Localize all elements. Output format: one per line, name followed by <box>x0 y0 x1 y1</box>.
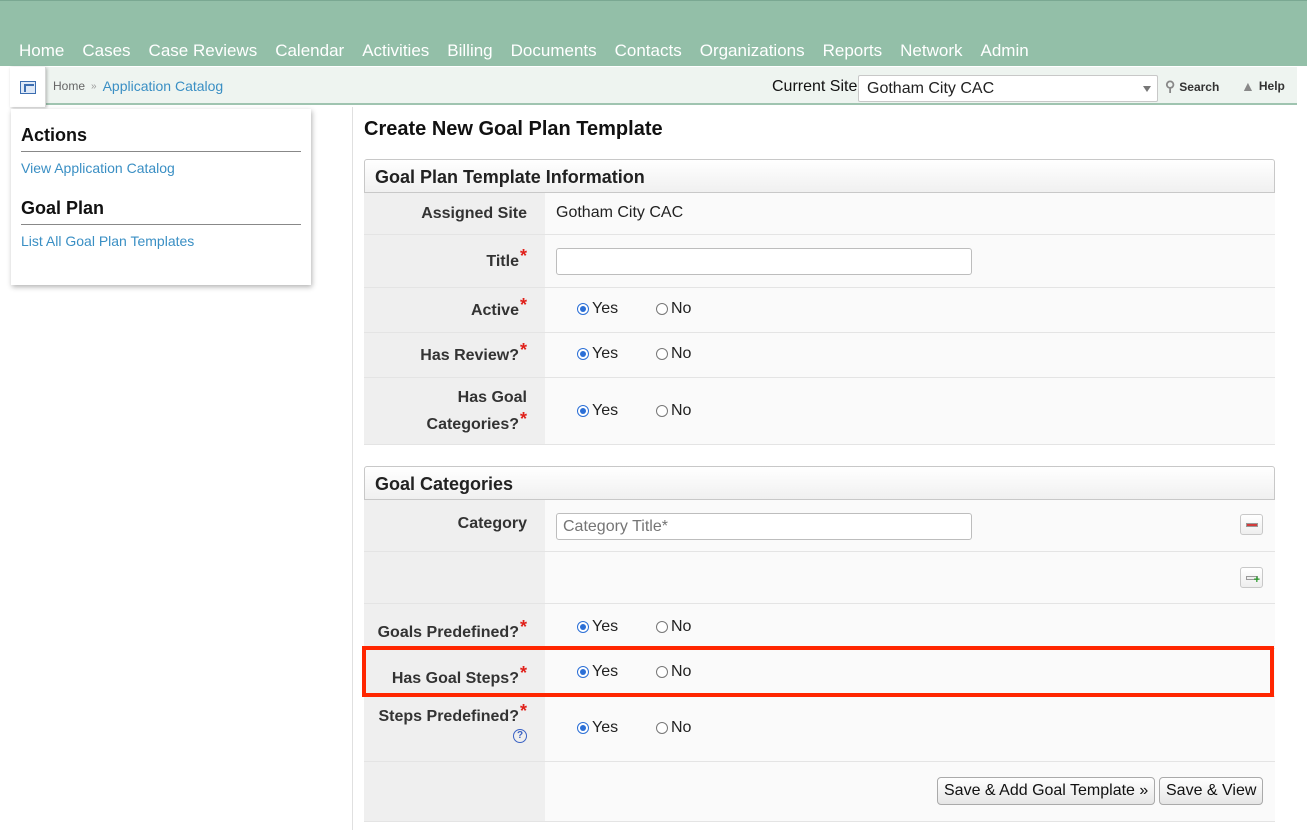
actions-heading: Actions <box>21 125 301 152</box>
save-add-goal-template-button[interactable]: Save & Add Goal Template » <box>937 777 1156 805</box>
sidebar: Actions View Application Catalog Goal Pl… <box>11 109 311 285</box>
help-bell-icon: ▲ <box>1241 78 1255 94</box>
radio-unselected-icon <box>656 303 668 315</box>
goal-categories-heading: Goal Categories <box>364 466 1275 500</box>
steps-predefined-label: Steps Predefined?* ? <box>364 697 545 761</box>
help-label: Help <box>1258 79 1285 93</box>
current-site-value: Gotham City CAC <box>867 80 995 97</box>
radio-unselected-icon <box>656 666 668 678</box>
has-review-no-radio[interactable]: No <box>656 345 691 363</box>
has-goal-steps-label: Has Goal Steps? * <box>364 649 545 696</box>
breadcrumb-home[interactable]: Home <box>53 79 85 93</box>
has-review-row: Has Review? * Yes No <box>364 333 1275 378</box>
radio-selected-icon <box>577 303 589 315</box>
main-menu: Home Cases Case Reviews Calendar Activit… <box>10 41 1038 61</box>
title-label: Title * <box>364 235 545 287</box>
has-goal-categories-no-radio[interactable]: No <box>656 402 691 420</box>
search-label: Search <box>1179 79 1220 94</box>
nav-contacts[interactable]: Contacts <box>606 41 691 61</box>
nav-billing[interactable]: Billing <box>438 41 501 61</box>
steps-predefined-row: Steps Predefined?* ? Yes No <box>364 697 1275 762</box>
search-icon: ⚲ <box>1165 78 1176 94</box>
active-no-radio[interactable]: No <box>656 300 691 318</box>
goal-plan-heading: Goal Plan <box>21 198 301 225</box>
has-goal-categories-row: Has Goal Categories?* Yes No <box>364 378 1275 445</box>
has-review-yes-radio[interactable]: Yes <box>577 345 618 363</box>
radio-unselected-icon <box>656 405 668 417</box>
assigned-site-row: Assigned Site Gotham City CAC <box>364 193 1275 235</box>
nav-calendar[interactable]: Calendar <box>266 41 353 61</box>
nav-network[interactable]: Network <box>891 41 971 61</box>
goals-predefined-yes-radio[interactable]: Yes <box>577 618 618 636</box>
goals-predefined-label: Goals Predefined? * <box>364 604 545 648</box>
category-label: Category <box>364 500 545 551</box>
help-question-icon[interactable]: ? <box>513 729 527 743</box>
top-navigation: Home Cases Case Reviews Calendar Activit… <box>0 0 1307 66</box>
radio-selected-icon <box>577 666 589 678</box>
current-site-select[interactable]: Gotham City CAC <box>858 75 1158 102</box>
template-info-heading: Goal Plan Template Information <box>364 159 1275 193</box>
nav-activities[interactable]: Activities <box>353 41 438 61</box>
title-input[interactable] <box>556 248 972 275</box>
remove-icon <box>1246 523 1258 527</box>
breadcrumb: Home » Application Catalog <box>53 78 223 94</box>
add-category-row: + <box>364 552 1275 604</box>
goals-predefined-no-radio[interactable]: No <box>656 618 691 636</box>
assigned-site-value: Gotham City CAC <box>556 204 684 221</box>
nav-documents[interactable]: Documents <box>502 41 606 61</box>
has-goal-steps-yes-radio[interactable]: Yes <box>577 663 618 681</box>
radio-unselected-icon <box>656 348 668 360</box>
has-goal-categories-label: Has Goal Categories?* <box>364 378 545 444</box>
help-button[interactable]: ▲ Help <box>1241 78 1285 94</box>
sidebar-toggle-button[interactable] <box>10 67 46 107</box>
nav-home[interactable]: Home <box>10 41 73 61</box>
radio-unselected-icon <box>656 621 668 633</box>
site-bar: Home » Application Catalog Current Site … <box>10 67 1297 107</box>
radio-selected-icon <box>577 405 589 417</box>
save-view-button[interactable]: Save & View <box>1159 777 1264 805</box>
assigned-site-label: Assigned Site <box>364 193 545 234</box>
nav-admin[interactable]: Admin <box>972 41 1038 61</box>
steps-predefined-yes-radio[interactable]: Yes <box>577 719 618 737</box>
nav-reports[interactable]: Reports <box>814 41 892 61</box>
radio-selected-icon <box>577 348 589 360</box>
remove-category-button[interactable] <box>1240 514 1263 535</box>
main-content: Create New Goal Plan Template Goal Plan … <box>352 107 1295 830</box>
collapse-icon <box>20 81 36 94</box>
add-category-button[interactable]: + <box>1240 567 1263 588</box>
active-label: Active * <box>364 288 545 332</box>
form-actions-row: Save & Add Goal Template » Save & View <box>364 762 1275 822</box>
active-yes-radio[interactable]: Yes <box>577 300 618 318</box>
current-site-label: Current Site <box>772 78 858 95</box>
steps-predefined-no-radio[interactable]: No <box>656 719 691 737</box>
breadcrumb-separator: » <box>91 80 97 92</box>
nav-organizations[interactable]: Organizations <box>691 41 814 61</box>
has-goal-steps-no-radio[interactable]: No <box>656 663 691 681</box>
radio-selected-icon <box>577 722 589 734</box>
has-goal-categories-yes-radio[interactable]: Yes <box>577 402 618 420</box>
breadcrumb-application-catalog[interactable]: Application Catalog <box>103 78 224 94</box>
nav-cases[interactable]: Cases <box>73 41 139 61</box>
category-title-input[interactable] <box>556 513 972 540</box>
has-goal-steps-row: Has Goal Steps? * Yes No <box>364 649 1275 697</box>
category-row: Category <box>364 500 1275 552</box>
title-row: Title * <box>364 235 1275 288</box>
search-button[interactable]: ⚲ Search <box>1165 78 1219 95</box>
dropdown-arrow-icon <box>1143 86 1151 92</box>
nav-case-reviews[interactable]: Case Reviews <box>140 41 267 61</box>
radio-selected-icon <box>577 621 589 633</box>
radio-unselected-icon <box>656 722 668 734</box>
view-application-catalog-link[interactable]: View Application Catalog <box>21 160 301 176</box>
has-review-label: Has Review? * <box>364 333 545 377</box>
page-title: Create New Goal Plan Template <box>364 118 663 140</box>
list-goal-plan-templates-link[interactable]: List All Goal Plan Templates <box>21 233 301 249</box>
goals-predefined-row: Goals Predefined? * Yes No <box>364 604 1275 649</box>
active-row: Active * Yes No <box>364 288 1275 333</box>
